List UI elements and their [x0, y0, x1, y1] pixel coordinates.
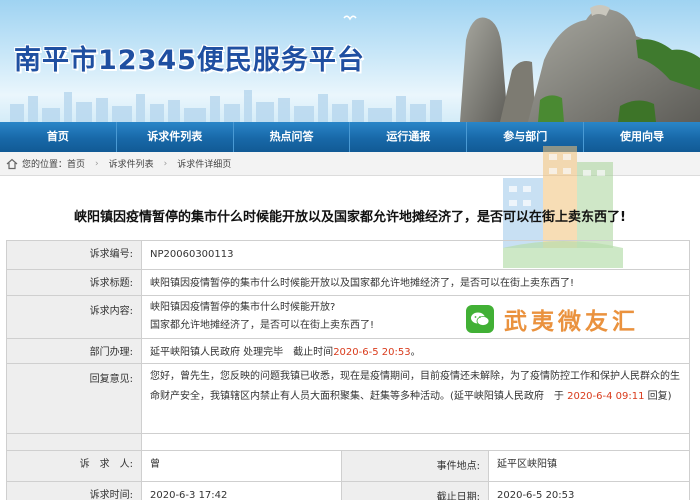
breadcrumb-separator-icon: › [163, 158, 168, 169]
label-code: 诉求编号: [7, 241, 142, 269]
row-title: 诉求标题: 峡阳镇因疫情暂停的集市什么时候能开放以及国家都允许地摊经济了，是否可… [6, 270, 690, 296]
value-person: 曾 [150, 459, 160, 470]
dept-text: 延平峡阳镇人民政府 处理完毕 截止时间 [150, 347, 334, 358]
dept-suffix: 。 [410, 347, 421, 358]
value-title: 峡阳镇因疫情暂停的集市什么时候能开放以及国家都允许地摊经济了，是否可以在街上卖东… [150, 278, 575, 289]
breadcrumb-petition-list[interactable]: 诉求件列表 [109, 157, 154, 170]
value-reply: 您好，曾先生，您反映的问题我镇已收悉，现在是疫情期间，目前疫情还未解除，为了疫情… [142, 364, 689, 433]
nav-item-petition-list[interactable]: 诉求件列表 [117, 122, 234, 152]
label-content: 诉求内容: [7, 296, 142, 338]
label-spacer [7, 434, 142, 450]
header-banner: 南平市12345便民服务平台 [0, 0, 700, 122]
label-reply: 回复意见: [7, 364, 142, 433]
reply-suffix: 回复) [647, 391, 672, 402]
bird-icon [343, 15, 357, 21]
row-dept: 部门办理: 延平峡阳镇人民政府 处理完毕 截止时间2020-6-5 20:53。 [6, 339, 690, 364]
wechat-icon [466, 305, 494, 333]
dept-deadline: 2020-6-5 20:53 [333, 347, 411, 358]
label-deadline: 截止日期: [341, 482, 489, 500]
site-title: 南平市12345便民服务平台 [14, 45, 365, 76]
breadcrumb-home[interactable]: 首页 [67, 157, 85, 170]
nav-item-home[interactable]: 首页 [0, 122, 117, 152]
row-time: 诉求时间: 2020-6-3 17:42 截止日期: 2020-6-5 20:5… [6, 482, 690, 500]
label-location: 事件地点: [341, 451, 489, 481]
value-deadline: 2020-6-5 20:53 [497, 490, 575, 500]
value-dept: 延平峡阳镇人民政府 处理完毕 截止时间2020-6-5 20:53。 [142, 339, 689, 363]
label-time: 诉求时间: [7, 482, 142, 500]
value-location: 延平区峡阳镇 [497, 459, 557, 470]
label-dept: 部门办理: [7, 339, 142, 363]
breadcrumb-separator-icon: › [95, 158, 99, 169]
reply-time: 2020-6-4 09:11 [567, 391, 645, 402]
row-code: 诉求编号: NP20060300113 [6, 241, 690, 270]
row-spacer [6, 434, 690, 451]
city-skyline-graphic [10, 90, 442, 122]
home-icon [6, 158, 18, 169]
row-reply: 回复意见: 您好，曾先生，您反映的问题我镇已收悉，现在是疫情期间，目前疫情还未解… [6, 364, 690, 434]
wechat-watermark: 武夷微友汇 [466, 302, 639, 336]
mountain-photo [460, 5, 700, 122]
label-title: 诉求标题: [7, 270, 142, 295]
value-time: 2020-6-3 17:42 [150, 490, 228, 500]
nav-item-report[interactable]: 运行通报 [350, 122, 468, 152]
breadcrumb-current: 诉求件详细页 [177, 160, 232, 170]
row-person: 诉 求 人: 曾 事件地点: 延平区峡阳镇 [6, 451, 690, 482]
value-spacer [142, 434, 689, 450]
watermark-text: 武夷微友汇 [504, 309, 639, 335]
page-title: 峡阳镇因疫情暂停的集市什么时候能开放以及国家都允许地摊经济了，是否可以在街上卖东… [74, 210, 626, 225]
label-person: 诉 求 人: [7, 451, 142, 481]
value-code: NP20060300113 [150, 249, 234, 260]
breadcrumb-prefix: 您的位置： [22, 160, 68, 170]
nav-item-hot-qa[interactable]: 热点问答 [234, 122, 351, 152]
petition-detail-table: 诉求编号: NP20060300113 诉求标题: 峡阳镇因疫情暂停的集市什么时… [6, 240, 690, 500]
